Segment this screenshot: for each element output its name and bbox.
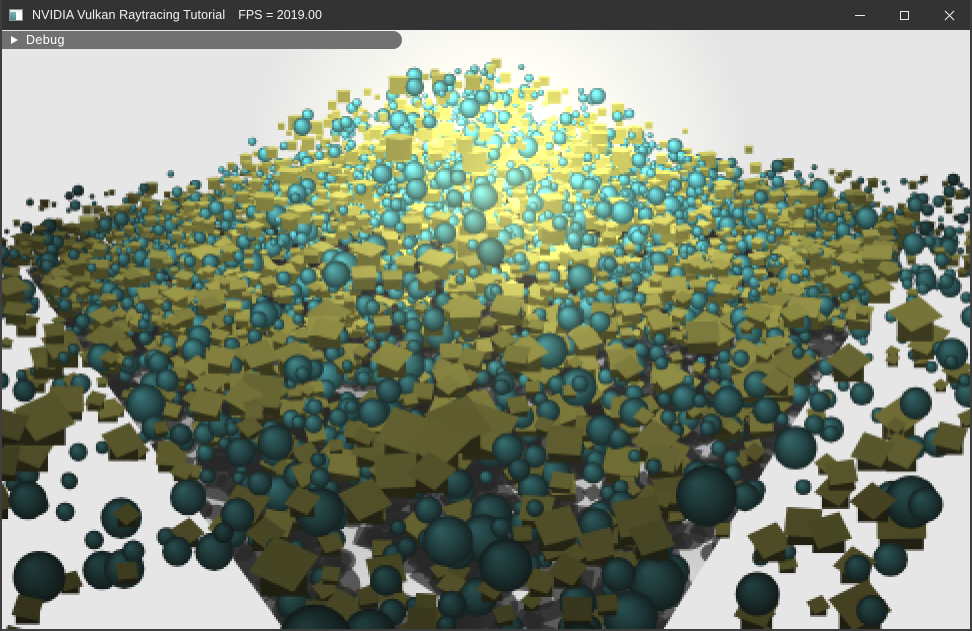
close-icon xyxy=(944,10,955,21)
app-window: NVIDIA Vulkan Raytracing Tutorial FPS = … xyxy=(0,0,972,631)
close-button[interactable] xyxy=(927,0,972,30)
maximize-button[interactable] xyxy=(882,0,927,30)
app-window-icon xyxy=(9,9,23,21)
maximize-icon xyxy=(900,11,909,20)
debug-header-label: Debug xyxy=(26,33,65,47)
viewport-3d-scene[interactable] xyxy=(0,30,972,631)
minimize-icon xyxy=(855,15,865,16)
titlebar[interactable]: NVIDIA Vulkan Raytracing Tutorial FPS = … xyxy=(0,0,972,30)
fps-counter: FPS = 2019.00 xyxy=(238,8,322,22)
chevron-right-icon xyxy=(11,36,18,44)
minimize-button[interactable] xyxy=(837,0,882,30)
window-title: NVIDIA Vulkan Raytracing Tutorial xyxy=(32,8,225,22)
debug-collapsing-header[interactable]: Debug xyxy=(2,31,402,49)
